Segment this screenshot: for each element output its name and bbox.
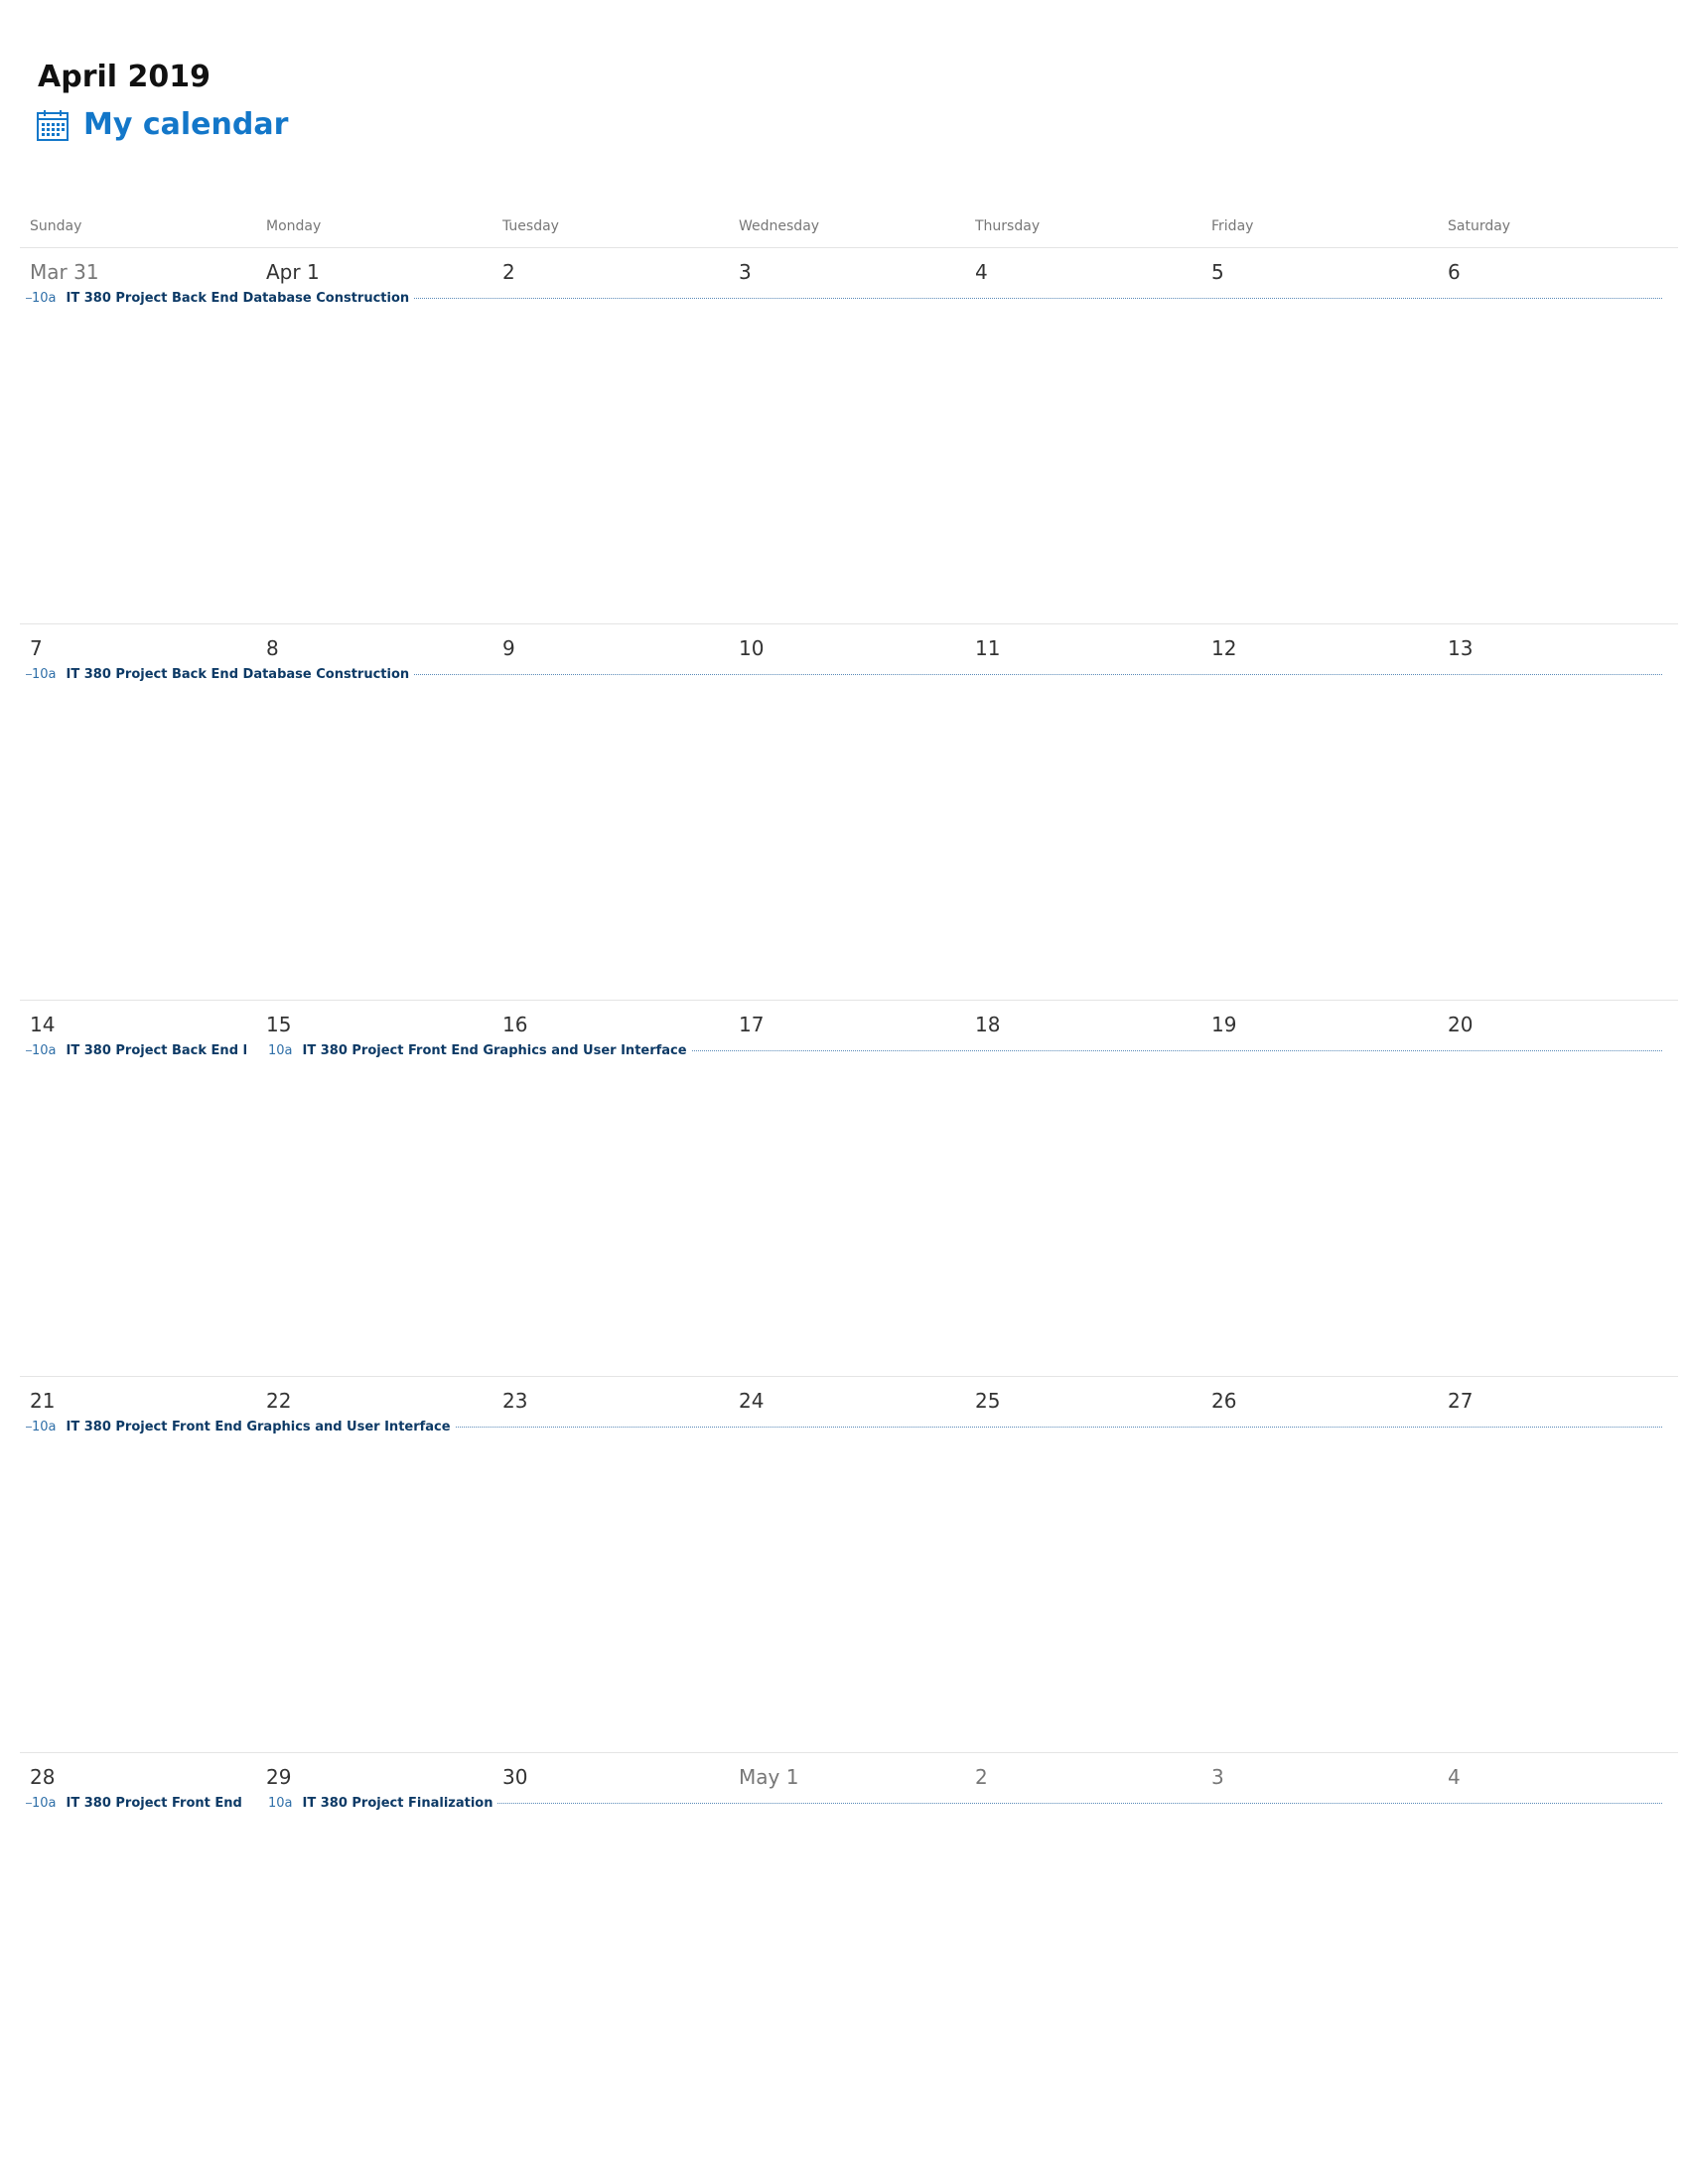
day-number[interactable]: 7 [30,636,43,660]
weekday-header: Wednesday [739,218,820,234]
event-time: 10a [32,666,57,682]
weekday-header: Sunday [30,218,82,234]
day-number[interactable]: 28 [30,1765,55,1789]
calendar-event[interactable]: 10a IT 380 Project Back End Database Cons… [26,1042,246,1058]
day-number[interactable]: 20 [1448,1013,1473,1036]
day-number[interactable]: 9 [502,636,515,660]
event-time: 10a [32,1795,57,1811]
week-row: 14 15 16 17 18 19 20 10a IT 380 Project Back End… [20,1001,1678,1377]
event-time: 10a [268,1795,293,1811]
calendar-event[interactable]: 10a IT 380 Project Back End Database Cons… [26,290,1662,306]
calendar-event[interactable]: 10a IT 380 Project Front End Graphics and… [268,1042,1662,1058]
event-span-line [455,1426,1662,1428]
day-number[interactable]: 27 [1448,1389,1473,1413]
event-span-line [414,673,1662,675]
calendar-event[interactable]: 10a IT 380 Project Back End Database Cons… [26,666,1662,682]
day-number[interactable]: 13 [1448,636,1473,660]
day-number[interactable]: 23 [502,1389,527,1413]
week-row: Mar 31 Apr 1 2 3 4 5 6 10a IT 380 Project Back E… [20,248,1678,624]
event-time: 10a [268,1042,293,1058]
event-time: 10a [32,1419,57,1434]
event-span-line [414,297,1662,299]
event-time: 10a [32,290,57,306]
day-number[interactable]: 19 [1211,1013,1236,1036]
event-title: IT 380 Project Front End Graphics and Us… [66,1795,246,1811]
day-number[interactable]: 29 [266,1765,291,1789]
calendar-event[interactable]: 10a IT 380 Project Front End Graphics and… [26,1795,246,1811]
weekday-header: Tuesday [502,218,559,234]
day-number[interactable]: 14 [30,1013,55,1036]
event-title: IT 380 Project Back End Database Constru… [66,666,410,682]
day-number[interactable]: 30 [502,1765,527,1789]
event-title: IT 380 Project Finalization [302,1795,493,1811]
day-number[interactable]: 18 [975,1013,1000,1036]
day-number[interactable]: 12 [1211,636,1236,660]
day-number[interactable]: 21 [30,1389,55,1413]
day-number[interactable]: 22 [266,1389,291,1413]
event-span-line [691,1049,1662,1051]
day-number[interactable]: 2 [975,1765,988,1789]
day-number[interactable]: 15 [266,1013,291,1036]
day-number[interactable]: 16 [502,1013,527,1036]
week-row: 7 8 9 10 11 12 13 10a IT 380 Project Back End Da… [20,624,1678,1001]
day-number[interactable]: 17 [739,1013,764,1036]
week-row: 28 29 30 May 1 2 3 4 10a IT 380 Project Front En… [20,1753,1678,2128]
event-title: IT 380 Project Front End Graphics and Us… [66,1419,451,1434]
calendar-name-row: My calendar [36,103,288,147]
day-number[interactable]: 3 [1211,1765,1224,1789]
calendar-event[interactable]: 10a IT 380 Project Front End Graphics and… [26,1419,1662,1434]
month-grid: Sunday Monday Tuesday Wednesday Thursday Frid… [20,199,1678,2128]
weekday-header: Thursday [975,218,1041,234]
calendar-event[interactable]: 10a IT 380 Project Finalization [268,1795,1662,1811]
event-title: IT 380 Project Front End Graphics and Us… [302,1042,687,1058]
day-number[interactable]: 6 [1448,260,1461,284]
week-row: 21 22 23 24 25 26 27 10a IT 380 Project Front En… [20,1377,1678,1753]
day-number[interactable]: Mar 31 [30,260,99,284]
event-time: 10a [32,1042,57,1058]
day-number[interactable]: 2 [502,260,515,284]
day-number[interactable]: 8 [266,636,279,660]
day-number[interactable]: Apr 1 [266,260,320,284]
day-number[interactable]: May 1 [739,1765,798,1789]
calendar-name[interactable]: My calendar [83,105,288,145]
weekday-header: Saturday [1448,218,1511,234]
weekday-header-row: Sunday Monday Tuesday Wednesday Thursday Frid… [20,199,1678,248]
day-number[interactable]: 4 [975,260,988,284]
day-number[interactable]: 4 [1448,1765,1461,1789]
weekday-header: Monday [266,218,322,234]
day-number[interactable]: 25 [975,1389,1000,1413]
day-number[interactable]: 26 [1211,1389,1236,1413]
event-title: IT 380 Project Back End Database Constru… [66,290,410,306]
event-span-line [497,1802,1662,1804]
day-number[interactable]: 11 [975,636,1000,660]
day-number[interactable]: 5 [1211,260,1224,284]
day-number[interactable]: 10 [739,636,764,660]
day-number[interactable]: 24 [739,1389,764,1413]
weekday-header: Friday [1211,218,1254,234]
calendar-icon [36,108,70,142]
day-number[interactable]: 3 [739,260,752,284]
month-title: April 2019 [38,60,211,94]
event-title: IT 380 Project Back End Database Constru… [66,1042,246,1058]
